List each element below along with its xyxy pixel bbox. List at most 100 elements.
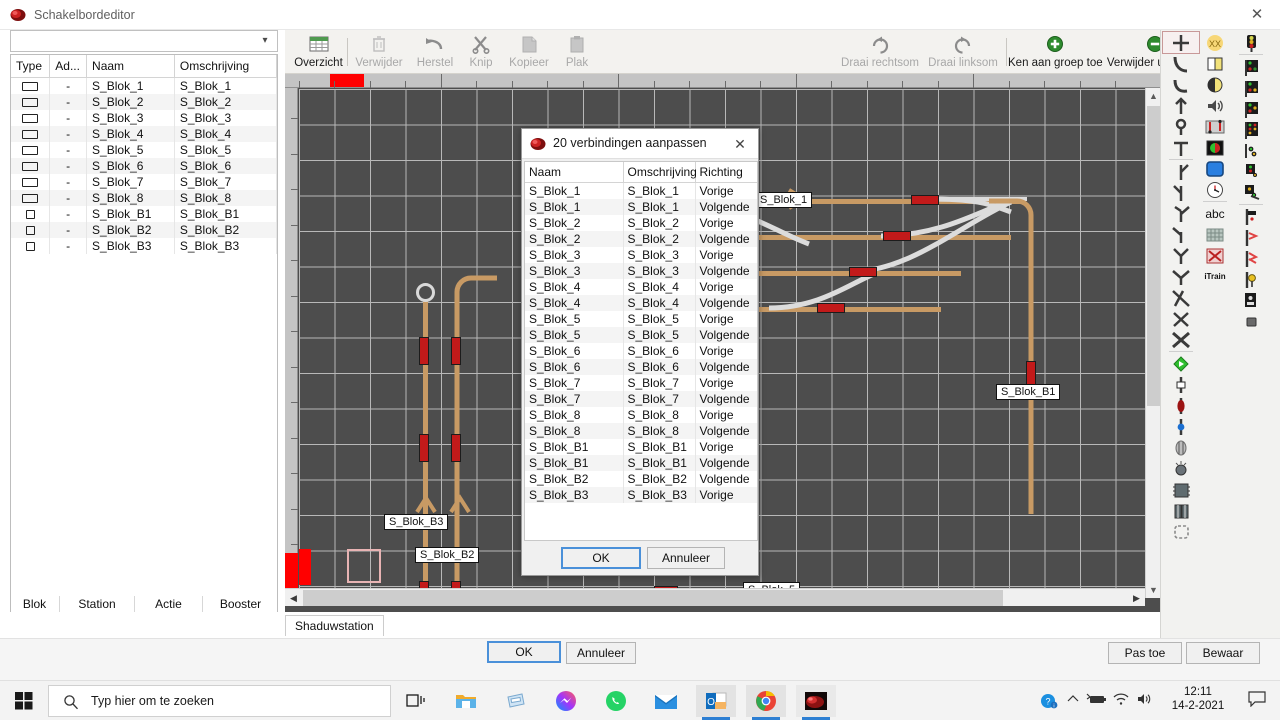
toolbar-button-plak[interactable]: Plak: [557, 32, 597, 72]
toolbar-button-verwijder[interactable]: Verwijder: [349, 32, 409, 72]
signal-3-aspect-icon[interactable]: [1233, 32, 1269, 53]
tab-shaduwstation[interactable]: Shaduwstation: [285, 615, 384, 636]
tool-signal-round-icon[interactable]: [1197, 137, 1233, 158]
toolbar-button-knip[interactable]: Knip: [461, 32, 501, 72]
toolbar-button-draai-linksom[interactable]: Draai linksom: [922, 32, 1004, 72]
table-row[interactable]: - S_Blok_3 S_Blok_3: [11, 109, 277, 126]
chevron-up-icon[interactable]: [1062, 692, 1084, 710]
scroll-up-arrow[interactable]: ▲: [1146, 88, 1160, 104]
dialog-col-naam[interactable]: Naam: [525, 162, 624, 183]
tool-highlight-icon[interactable]: XX: [1197, 32, 1233, 53]
toolbar-button-draai-rechtsom[interactable]: Draai rechtsom: [838, 32, 922, 72]
signal-post-icon[interactable]: [1233, 290, 1269, 311]
sensor-block[interactable]: [419, 337, 429, 365]
toolbar-button-ken-aan-groep-toe[interactable]: Ken aan groep toe: [1008, 32, 1103, 72]
tab-booster[interactable]: Booster: [203, 596, 278, 613]
blocks-grid[interactable]: Type Ad... Naam Omschrijving - S_Blok_1 S_…: [10, 54, 278, 618]
signal-combined-2-icon[interactable]: [1233, 182, 1269, 203]
dialog-col-omschrijving[interactable]: Omschrijving: [623, 162, 697, 183]
tool-blue-button-icon[interactable]: [1197, 158, 1233, 179]
mail-icon[interactable]: [646, 685, 686, 717]
tool-turnout-y-2[interactable]: [1163, 266, 1199, 287]
sensor-block[interactable]: [849, 267, 877, 277]
canvas-label-s-blok-b2[interactable]: S_Blok_B2: [415, 547, 480, 563]
dialog-connections-grid[interactable]: Naam Omschrijving Richting S_Blok_1 S_Blo…: [524, 161, 758, 541]
tool-crossing-1[interactable]: [1163, 287, 1199, 308]
messenger-icon[interactable]: [546, 685, 586, 717]
table-row[interactable]: S_Blok_3 S_Blok_3 Volgende: [525, 262, 757, 279]
canvas-horizontal-scrollbar[interactable]: ◀ ▶: [285, 588, 1145, 606]
tool-straight-track[interactable]: [1162, 31, 1200, 54]
main-ok-button[interactable]: OK: [487, 641, 561, 663]
canvas-label-s-blok-1[interactable]: S_Blok_1: [755, 192, 813, 208]
tool-decoder-module[interactable]: [1163, 479, 1199, 500]
table-row[interactable]: - S_Blok_B1 S_Blok_B1: [11, 205, 277, 222]
table-row[interactable]: S_Blok_B1 S_Blok_B1 Volgende: [525, 454, 757, 471]
tool-block-red[interactable]: [1163, 395, 1199, 416]
save-button[interactable]: Bewaar: [1186, 642, 1260, 664]
task-view-icon[interactable]: [396, 685, 436, 717]
semaphore-1-icon[interactable]: [1233, 206, 1269, 227]
tool-sensor-blue[interactable]: [1163, 416, 1199, 437]
table-row[interactable]: S_Blok_8 S_Blok_8 Volgende: [525, 422, 757, 439]
search-input[interactable]: Typ hier om te zoeken: [48, 685, 391, 717]
vertical-scroll-thumb[interactable]: [1147, 106, 1160, 406]
tool-two-color-block-icon[interactable]: [1197, 53, 1233, 74]
canvas-vertical-scrollbar[interactable]: ▲ ▼: [1145, 88, 1160, 598]
tool-decoupler[interactable]: [1163, 437, 1199, 458]
horizontal-scroll-thumb[interactable]: [303, 590, 1003, 606]
canvas-label-s-blok-b1[interactable]: S_Blok_B1: [996, 384, 1061, 400]
signal-dwarf-icon[interactable]: [1233, 140, 1269, 161]
tool-curve-track-2[interactable]: [1163, 74, 1199, 95]
tool-text-abc-icon[interactable]: abc: [1197, 203, 1233, 224]
tool-delete-red-x-icon[interactable]: [1197, 245, 1233, 266]
signal-block-b-icon[interactable]: [1233, 77, 1269, 98]
scroll-right-arrow[interactable]: ▶: [1128, 589, 1145, 607]
connections-dialog[interactable]: 20 verbindingen aanpassen ✕ Naam Omschri…: [521, 128, 759, 576]
table-row[interactable]: S_Blok_5 S_Blok_5 Vorige: [525, 310, 757, 327]
sensor-block[interactable]: [817, 303, 845, 313]
tool-fiddle-yard[interactable]: [1163, 500, 1199, 521]
grid-col-naam[interactable]: Naam: [86, 55, 175, 78]
volume-icon[interactable]: [1134, 692, 1156, 710]
table-row[interactable]: S_Blok_B3 S_Blok_B3 Vorige: [525, 486, 757, 503]
table-row[interactable]: S_Blok_8 S_Blok_8 Vorige: [525, 406, 757, 423]
tab-station[interactable]: Station: [60, 596, 135, 613]
table-row[interactable]: - S_Blok_4 S_Blok_4: [11, 125, 277, 142]
table-row[interactable]: S_Blok_1 S_Blok_1 Vorige: [525, 182, 757, 199]
tool-clock-icon[interactable]: [1197, 179, 1233, 200]
signal-block-a-icon[interactable]: [1233, 56, 1269, 77]
tool-track-end[interactable]: [1163, 137, 1199, 158]
windows-start-icon[interactable]: [4, 685, 44, 717]
dialog-ok-button[interactable]: OK: [561, 547, 641, 569]
toolbar-button-herstel[interactable]: Herstel: [409, 32, 461, 72]
tool-empty-placeholder[interactable]: [1163, 521, 1199, 542]
sticky-notes-icon[interactable]: [496, 685, 536, 717]
table-row[interactable]: - S_Blok_6 S_Blok_6: [11, 157, 277, 174]
tool-turnout-y-1[interactable]: [1163, 245, 1199, 266]
battery-icon[interactable]: [1086, 692, 1108, 710]
signal-misc-icon[interactable]: [1233, 311, 1269, 332]
sensor-block[interactable]: [883, 231, 911, 241]
tool-turnout-right-1[interactable]: [1163, 161, 1199, 182]
tool-curve-track-1[interactable]: [1163, 53, 1199, 74]
grid-col-type[interactable]: Type: [11, 55, 51, 78]
tool-half-circle-icon[interactable]: [1197, 74, 1233, 95]
tool-itrain-logo-icon[interactable]: iTrain: [1197, 266, 1233, 287]
tool-turnout-left-1[interactable]: [1163, 182, 1199, 203]
table-row[interactable]: - S_Blok_1 S_Blok_1: [11, 77, 277, 94]
table-row[interactable]: S_Blok_3 S_Blok_3 Vorige: [525, 246, 757, 263]
table-row[interactable]: - S_Blok_5 S_Blok_5: [11, 141, 277, 158]
table-row[interactable]: - S_Blok_2 S_Blok_2: [11, 93, 277, 110]
table-row[interactable]: S_Blok_6 S_Blok_6 Vorige: [525, 342, 757, 359]
tool-grid-icon[interactable]: [1197, 224, 1233, 245]
semaphore-3-icon[interactable]: [1233, 248, 1269, 269]
canvas-label-s-blok-b3[interactable]: S_Blok_B3: [384, 514, 449, 530]
table-row[interactable]: S_Blok_2 S_Blok_2 Volgende: [525, 230, 757, 247]
table-row[interactable]: - S_Blok_B3 S_Blok_B3: [11, 237, 277, 254]
tool-block-white[interactable]: [1163, 374, 1199, 395]
grid-col-omschrijving[interactable]: Omschrijving: [174, 55, 277, 78]
sensor-block[interactable]: [911, 195, 939, 205]
tool-turntable[interactable]: [1163, 458, 1199, 479]
table-row[interactable]: S_Blok_2 S_Blok_2 Vorige: [525, 214, 757, 231]
